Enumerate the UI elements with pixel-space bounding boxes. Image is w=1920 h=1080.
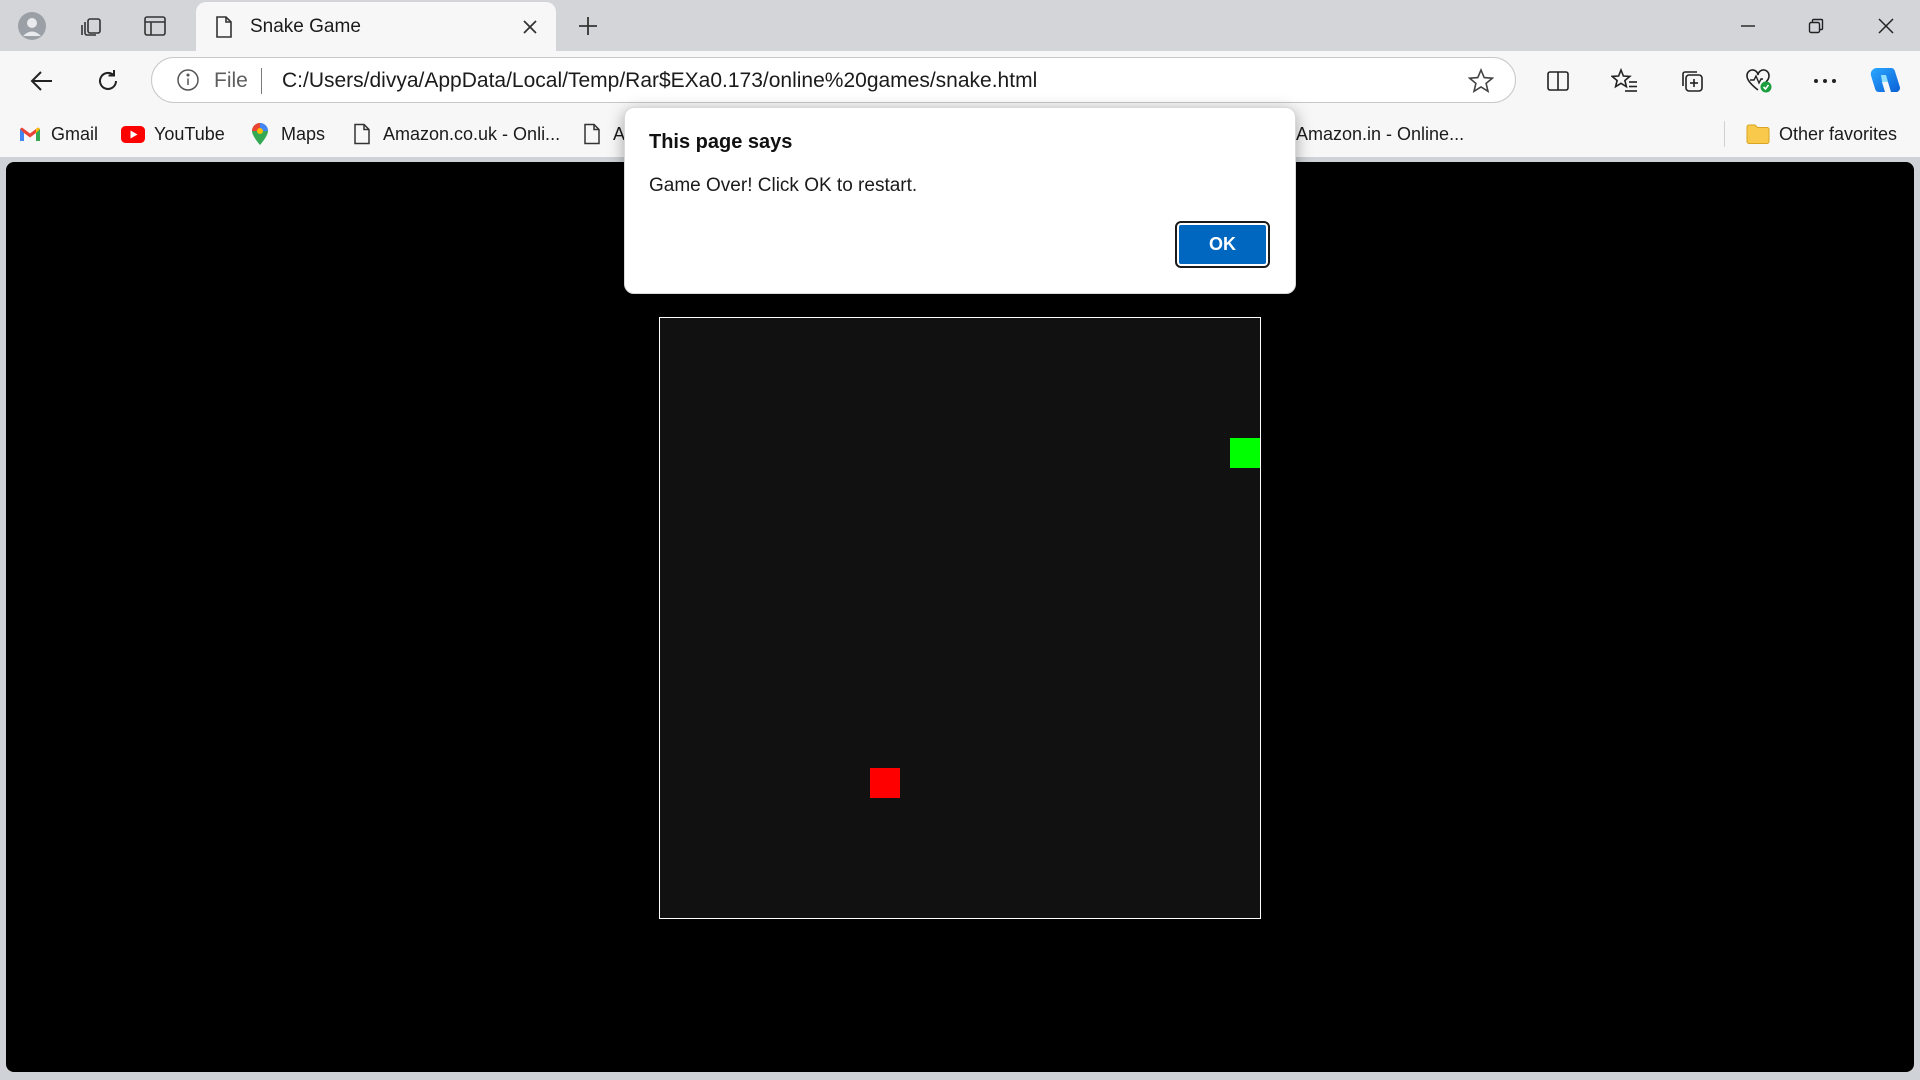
game-board[interactable] xyxy=(659,317,1261,919)
copilot-icon[interactable] xyxy=(1866,61,1906,101)
close-window-button[interactable] xyxy=(1852,0,1920,51)
alert-dialog: This page says Game Over! Click OK to re… xyxy=(624,107,1296,294)
favorite-label: Amazon.co.uk - Onli... xyxy=(383,123,561,144)
tab-snake-game[interactable]: Snake Game xyxy=(196,2,556,51)
favorite-star-icon[interactable] xyxy=(1467,67,1495,95)
favorites-divider xyxy=(1724,121,1725,147)
info-icon[interactable] xyxy=(176,68,200,92)
address-divider xyxy=(261,68,262,94)
favorites-list-icon[interactable] xyxy=(1605,61,1645,101)
back-button[interactable] xyxy=(22,61,62,101)
maps-icon xyxy=(248,122,272,146)
favorite-partial[interactable]: A xyxy=(580,119,625,149)
tab-actions-icon[interactable] xyxy=(137,8,173,44)
favorite-youtube[interactable]: YouTube xyxy=(121,119,225,149)
folder-icon xyxy=(1746,122,1770,146)
ok-button[interactable]: OK xyxy=(1175,221,1270,268)
page-viewport xyxy=(6,162,1914,1072)
address-bar[interactable]: File C:/Users/divya/AppData/Local/Temp/R… xyxy=(151,57,1516,103)
page-icon xyxy=(350,122,374,146)
window-bottom-edge xyxy=(0,1072,1920,1080)
minimize-button[interactable] xyxy=(1714,0,1782,51)
navigation-toolbar: File C:/Users/divya/AppData/Local/Temp/R… xyxy=(0,51,1920,111)
food-item xyxy=(870,768,900,798)
page-icon xyxy=(212,15,236,39)
favorite-label: Maps xyxy=(281,123,326,144)
gmail-icon xyxy=(18,122,42,146)
favorite-amazon-co-uk[interactable]: Amazon.co.uk - Onli... xyxy=(350,119,560,149)
favorite-label: Amazon.in - Online... xyxy=(1296,123,1465,144)
more-options-icon[interactable] xyxy=(1805,61,1845,101)
snake-head xyxy=(1230,438,1260,468)
favorite-label: Gmail xyxy=(51,123,99,144)
youtube-icon xyxy=(121,122,145,146)
page-icon xyxy=(580,122,604,146)
new-tab-button[interactable] xyxy=(568,8,608,44)
close-tab-icon[interactable] xyxy=(514,11,546,43)
profile-avatar-icon[interactable] xyxy=(14,8,50,44)
other-favorites-label: Other favorites xyxy=(1779,123,1898,144)
browser-essentials-icon[interactable] xyxy=(1739,61,1779,101)
favorite-amazon-in[interactable]: Amazon.in - Online... xyxy=(1296,119,1464,149)
split-screen-icon[interactable] xyxy=(1538,61,1578,101)
restore-button[interactable] xyxy=(1782,0,1850,51)
other-favorites-folder[interactable]: Other favorites xyxy=(1746,119,1897,149)
site-scheme-label: File xyxy=(214,69,248,92)
collections-icon[interactable] xyxy=(1672,61,1712,101)
workspaces-icon[interactable] xyxy=(74,8,110,44)
dialog-title: This page says xyxy=(649,131,793,153)
url-text[interactable]: C:/Users/divya/AppData/Local/Temp/Rar$EX… xyxy=(282,69,1037,93)
title-bar: Snake Game xyxy=(0,0,1920,51)
favorite-maps[interactable]: Maps xyxy=(248,119,325,149)
favorite-gmail[interactable]: Gmail xyxy=(18,119,98,149)
refresh-button[interactable] xyxy=(88,61,128,101)
dialog-message: Game Over! Click OK to restart. xyxy=(649,175,918,196)
favorite-label: YouTube xyxy=(154,123,225,144)
tab-title: Snake Game xyxy=(250,15,361,37)
